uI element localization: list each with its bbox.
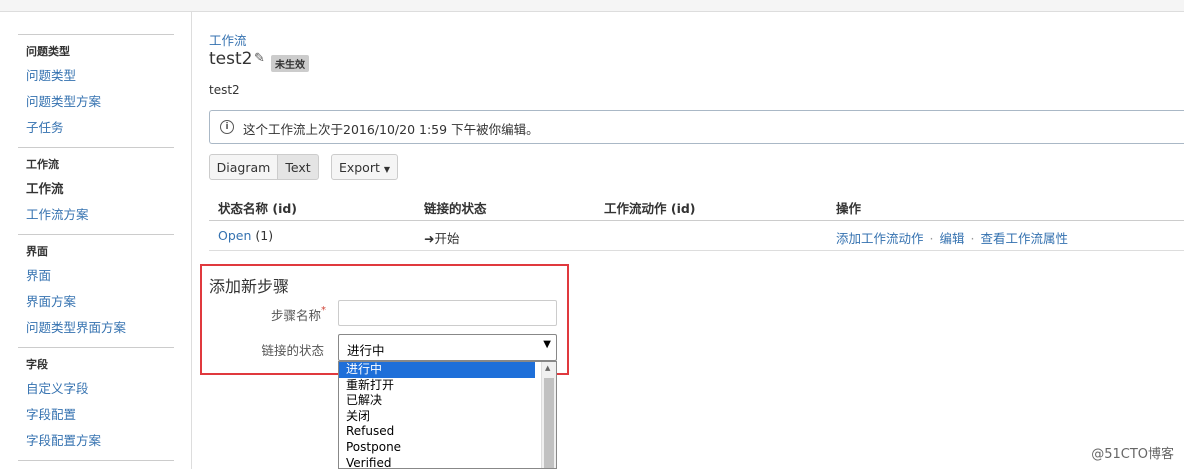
start-arrow-icon: ➜ [424, 231, 435, 246]
required-mark: * [321, 305, 326, 316]
table-row: Open (1) ➜开始 添加工作流动作 · 编辑 · 查看工作流属性 [209, 221, 1184, 251]
view-properties-link[interactable]: 查看工作流属性 [981, 231, 1069, 246]
step-name-label: 步骤名称* [211, 305, 326, 324]
linked-state-cell: ➜开始 [424, 228, 460, 247]
sidebar-item-field-configuration-schemes[interactable]: 字段配置方案 [26, 428, 174, 454]
linked-state-dropdown: 进行中 重新打开 已解决 关闭 Refused Postpone Verifie… [338, 361, 557, 469]
sidebar-heading: 字段 [26, 358, 48, 371]
text-view-button[interactable]: Text [277, 154, 319, 180]
sidebar-heading: 问题类型 [26, 45, 70, 58]
linked-state-label: 链接的状态 [261, 343, 324, 358]
step-name-label-text: 步骤名称 [270, 308, 321, 323]
dropdown-option[interactable]: Refused [339, 424, 535, 440]
linked-state-select[interactable]: 进行中 ▼ [338, 334, 557, 361]
sidebar-group-workflows: 工作流 工作流 工作流方案 [18, 148, 174, 234]
table-header: 状态名称 (id) 链接的状态 工作流动作 (id) 操作 [209, 191, 1184, 221]
sidebar-group-screens: 界面 界面 界面方案 问题类型界面方案 [18, 235, 174, 347]
sidebar-item-field-configurations[interactable]: 字段配置 [26, 402, 174, 428]
dropdown-option[interactable]: Postpone [339, 440, 535, 456]
info-notice: i 这个工作流上次于2016/10/20 1:59 下午被你编辑。 [209, 110, 1184, 144]
dropdown-option[interactable]: 进行中 [339, 362, 535, 378]
sidebar-item-issue-type-screen-schemes[interactable]: 问题类型界面方案 [26, 315, 174, 341]
column-header: 状态名称 (id) [218, 201, 298, 216]
status-id: (1) [255, 228, 274, 243]
edit-link[interactable]: 编辑 [940, 231, 965, 246]
scrollbar-thumb[interactable] [544, 378, 554, 468]
sidebar-group-fields: 字段 自定义字段 字段配置 字段配置方案 [18, 348, 174, 460]
separator: · [929, 231, 934, 246]
form-title: 添加新步骤 [209, 277, 290, 296]
sidebar-item-workflow-schemes[interactable]: 工作流方案 [26, 202, 174, 228]
status-link[interactable]: Open [218, 228, 251, 243]
sidebar-item-issue-type-schemes[interactable]: 问题类型方案 [26, 89, 174, 115]
sidebar-divider [191, 11, 192, 469]
export-label: Export [338, 160, 380, 175]
notice-text: 这个工作流上次于2016/10/20 1:59 下午被你编辑。 [243, 122, 539, 137]
column-header: 工作流动作 (id) [604, 201, 696, 216]
workflow-table: 状态名称 (id) 链接的状态 工作流动作 (id) 操作 Open (1) ➜… [209, 191, 1184, 251]
sidebar-item-subtasks[interactable]: 子任务 [26, 115, 174, 141]
page-title: test2 [209, 49, 253, 69]
separator: · [970, 231, 975, 246]
actions-cell: 添加工作流动作 · 编辑 · 查看工作流属性 [836, 228, 1068, 247]
status-badge: 未生效 [271, 55, 309, 72]
sidebar-heading: 界面 [26, 245, 48, 258]
breadcrumb[interactable]: 工作流 [209, 30, 247, 49]
dropdown-option[interactable]: 重新打开 [339, 378, 535, 394]
sidebar-group-issue-types: 问题类型 问题类型 问题类型方案 子任务 [18, 35, 174, 147]
linked-state: 开始 [434, 231, 460, 246]
column-header: 操作 [836, 201, 862, 216]
pencil-icon[interactable]: ✎ [254, 51, 265, 66]
sidebar-item-issue-types[interactable]: 问题类型 [26, 63, 174, 89]
sidebar-item-custom-fields[interactable]: 自定义字段 [26, 376, 174, 402]
watermark: @51CTO博客 [1091, 447, 1174, 462]
chevron-down-icon: ▼ [543, 339, 551, 350]
export-button[interactable]: Export ▼ [331, 154, 398, 180]
dropdown-option[interactable]: 关闭 [339, 409, 535, 425]
add-transition-link[interactable]: 添加工作流动作 [836, 231, 924, 246]
dropdown-scrollbar[interactable]: ▲ [541, 362, 556, 468]
diagram-view-button[interactable]: Diagram [209, 154, 278, 180]
main-content: 工作流 test2 ✎ 未生效 test2 i 这个工作流上次于2016/10/… [200, 0, 1184, 469]
column-header: 链接的状态 [424, 201, 487, 216]
sidebar-item-workflows[interactable]: 工作流 [26, 176, 174, 202]
status-name-cell: Open (1) [218, 228, 273, 243]
step-name-input[interactable] [338, 300, 557, 326]
select-value: 进行中 [347, 343, 385, 358]
workflow-description: test2 [209, 83, 240, 97]
sidebar-heading: 工作流 [26, 158, 59, 171]
chevron-down-icon: ▼ [383, 165, 391, 174]
divider [18, 460, 174, 461]
sidebar-item-screen-schemes[interactable]: 界面方案 [26, 289, 174, 315]
info-icon: i [220, 120, 234, 134]
scroll-up-icon[interactable]: ▲ [545, 364, 550, 372]
dropdown-option[interactable]: Verified [339, 456, 535, 468]
sidebar-item-screens[interactable]: 界面 [26, 263, 174, 289]
dropdown-option[interactable]: 已解决 [339, 393, 535, 409]
admin-sidebar: 问题类型 问题类型 问题类型方案 子任务 工作流 工作流 工作流方案 界面 界面… [18, 34, 174, 461]
